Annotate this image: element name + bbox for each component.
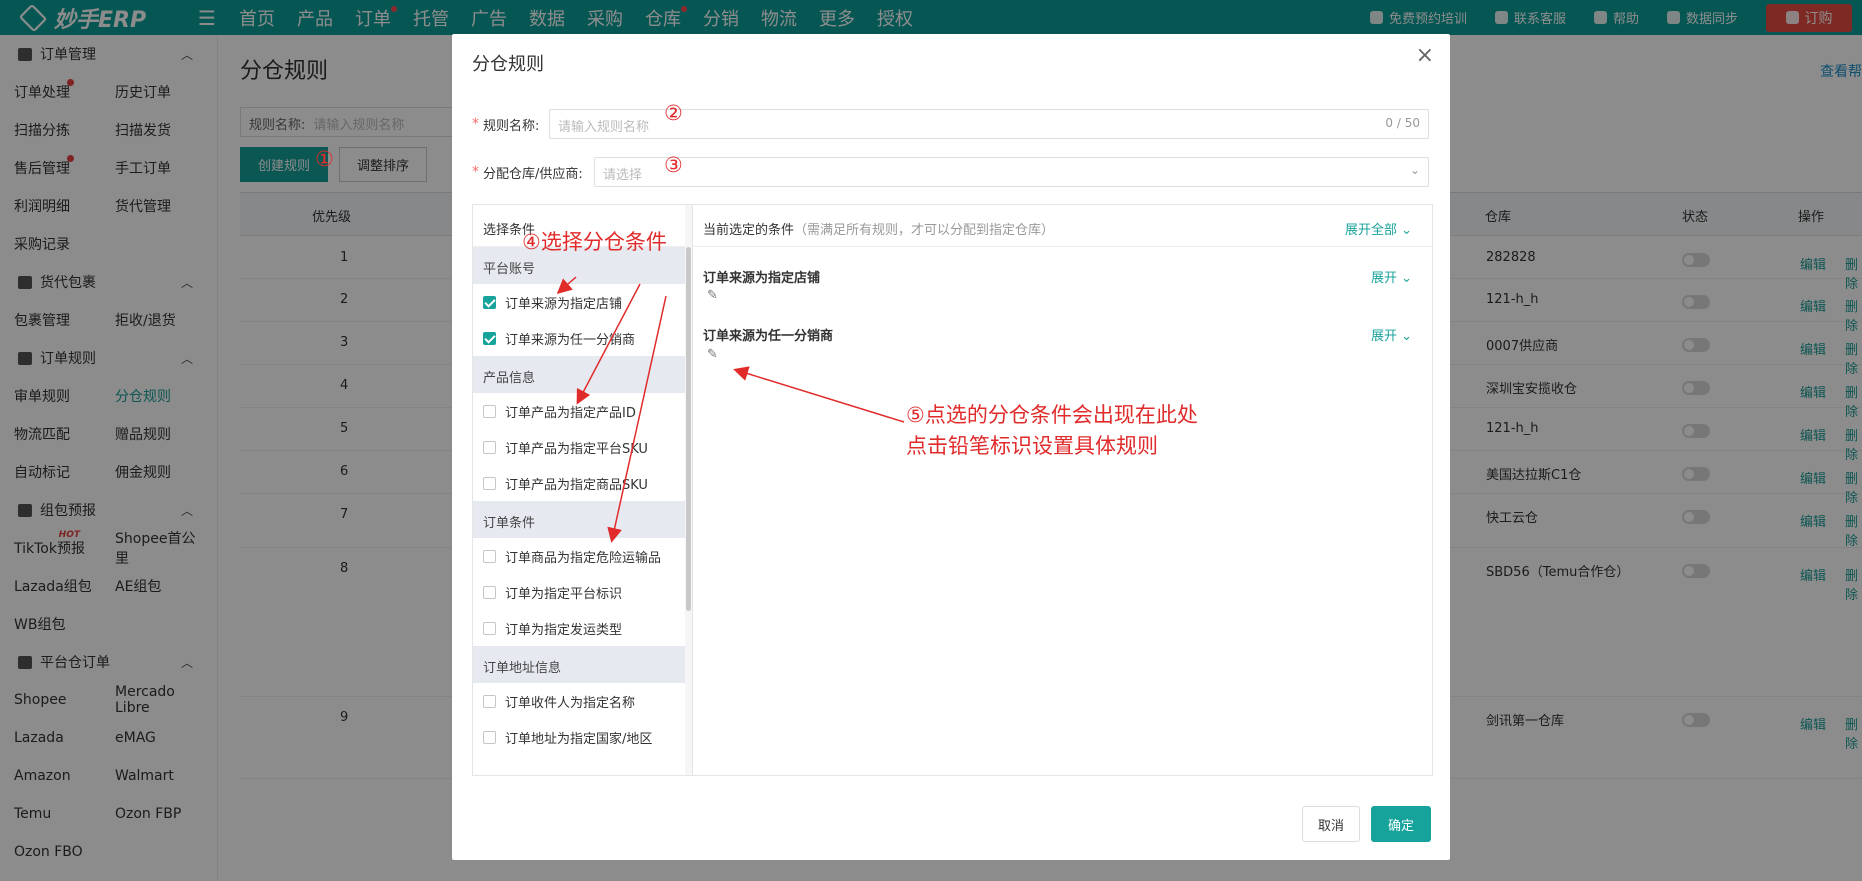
arrow-to-product xyxy=(576,283,641,405)
arrow-to-pencil xyxy=(733,366,905,423)
arrow-to-shop xyxy=(556,276,577,294)
annotation-arrows xyxy=(556,276,905,543)
arrow-to-order xyxy=(607,295,667,543)
